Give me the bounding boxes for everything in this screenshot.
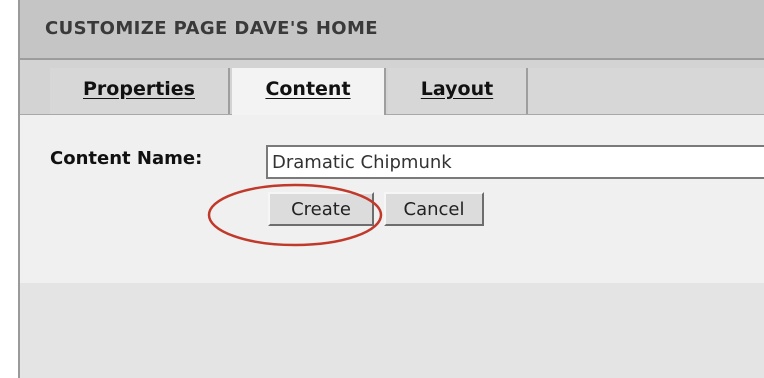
highlight-ellipse-shape bbox=[207, 183, 383, 247]
cancel-button[interactable]: Cancel bbox=[384, 192, 484, 226]
panel-title: CUSTOMIZE PAGE DAVE'S HOME bbox=[45, 18, 378, 39]
title-bar: CUSTOMIZE PAGE DAVE'S HOME bbox=[20, 0, 764, 60]
content-name-input[interactable] bbox=[266, 145, 764, 179]
tab-content-label: Content bbox=[265, 78, 351, 100]
panel-footer bbox=[20, 283, 764, 378]
customize-page-panel: CUSTOMIZE PAGE DAVE'S HOME Properties Co… bbox=[18, 0, 764, 378]
highlight-ellipse-annotation bbox=[207, 183, 383, 247]
content-name-label: Content Name: bbox=[50, 148, 203, 169]
tab-properties-label: Properties bbox=[83, 78, 195, 100]
tab-content[interactable]: Content bbox=[232, 68, 386, 116]
tab-properties[interactable]: Properties bbox=[50, 68, 230, 114]
tab-strip-filler bbox=[528, 68, 764, 114]
tab-layout-label: Layout bbox=[420, 78, 494, 100]
tab-strip: Properties Content Layout bbox=[20, 60, 764, 116]
content-tab-body: Content Name: Create Cancel bbox=[20, 115, 764, 283]
tab-layout[interactable]: Layout bbox=[388, 68, 528, 114]
